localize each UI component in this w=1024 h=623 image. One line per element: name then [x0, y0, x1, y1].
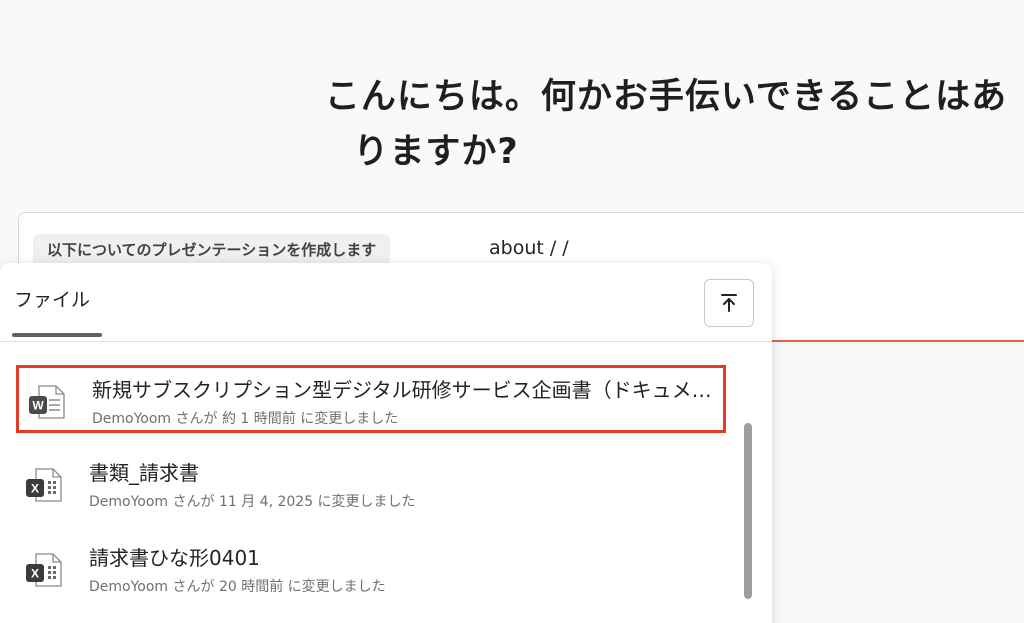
- tab-divider: [0, 341, 772, 342]
- upload-icon: [721, 294, 737, 312]
- file-meta: DemoYoom さんが 約 1 時間前 に変更しました: [92, 411, 399, 427]
- prompt-chip: 以下についてのプレゼンテーションを作成します: [33, 234, 391, 266]
- file-picker-panel: ファイル W 新規サブスクリプション型デジタル研修サービス企画書（ドキュメント）: [0, 263, 772, 623]
- tab-files[interactable]: ファイル: [14, 285, 90, 312]
- file-item-2[interactable]: X 書類_請求書 DemoYoom さんが 11 月 4, 2025 に変更しま…: [16, 451, 726, 519]
- svg-text:W: W: [32, 399, 44, 413]
- prompt-text[interactable]: about / /: [489, 237, 569, 259]
- file-name: 書類_請求書: [89, 461, 199, 485]
- excel-file-icon: X: [26, 468, 62, 502]
- greeting-line-2: りますか?: [353, 132, 519, 172]
- file-item-1[interactable]: W 新規サブスクリプション型デジタル研修サービス企画書（ドキュメント） Demo…: [16, 365, 726, 433]
- scrollbar-thumb[interactable]: [744, 423, 752, 599]
- greeting-line-1: こんにちは。何かお手伝いできることはあ: [324, 77, 1008, 117]
- upload-button[interactable]: [704, 279, 754, 327]
- file-meta: DemoYoom さんが 20 時間前 に変更しました: [89, 579, 386, 595]
- file-item-3[interactable]: X 請求書ひな形0401 DemoYoom さんが 20 時間前 に変更しました: [16, 536, 726, 604]
- file-meta: DemoYoom さんが 11 月 4, 2025 に変更しました: [89, 494, 416, 510]
- excel-file-icon: X: [26, 553, 62, 587]
- word-file-icon: W: [29, 385, 65, 419]
- file-name: 請求書ひな形0401: [89, 546, 260, 570]
- greeting-heading: こんにちは。何かお手伝いできることはあ りますか?: [296, 70, 1024, 180]
- copilot-page: こんにちは。何かお手伝いできることはあ りますか? 以下についてのプレゼンテーシ…: [0, 0, 1024, 623]
- file-name: 新規サブスクリプション型デジタル研修サービス企画書（ドキュメント）: [92, 378, 722, 402]
- svg-text:X: X: [31, 482, 39, 496]
- tab-active-indicator: [12, 333, 102, 337]
- svg-text:X: X: [31, 567, 39, 581]
